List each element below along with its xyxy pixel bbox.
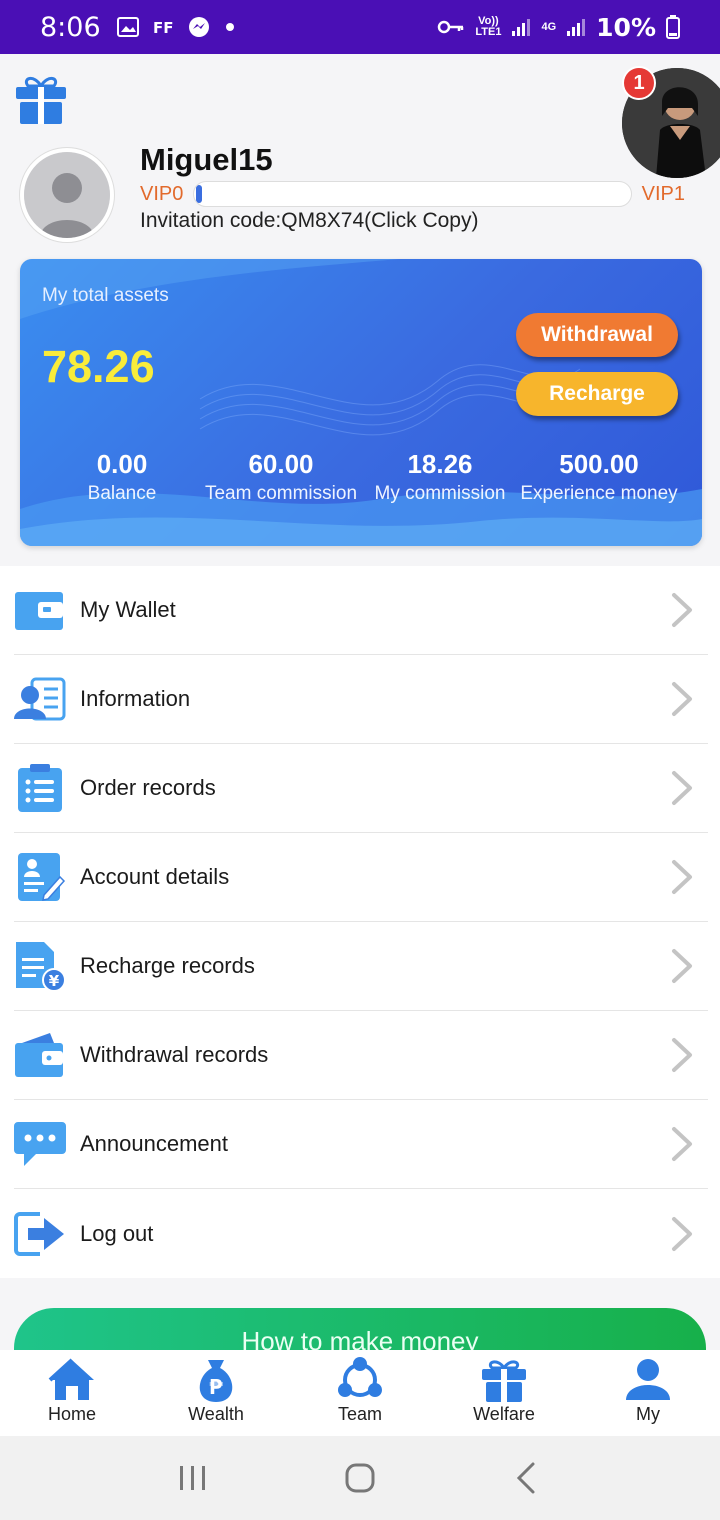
- menu-item-account-details[interactable]: Account details: [14, 833, 708, 922]
- menu-item-information[interactable]: Information: [14, 655, 708, 744]
- username: Miguel15: [140, 142, 273, 177]
- menu-item-announcement[interactable]: Announcement: [14, 1100, 708, 1189]
- notification-badge: 1: [622, 66, 656, 100]
- svg-text:₱: ₱: [209, 1375, 223, 1399]
- svg-text:¥: ¥: [49, 972, 60, 990]
- gift-icon[interactable]: [14, 72, 68, 126]
- logout-icon: [14, 1211, 64, 1256]
- vip-progress-fill: [196, 185, 203, 203]
- vip-current: VIP0: [140, 182, 184, 205]
- stat-my-commission: 18.26 My commission: [374, 449, 506, 504]
- chevron-right-icon: [672, 1216, 692, 1251]
- chevron-right-icon: [672, 860, 692, 894]
- dot-icon: [225, 23, 234, 31]
- recharge-button[interactable]: Recharge: [516, 372, 678, 416]
- menu-item-recharge-records[interactable]: ¥ Recharge records: [14, 922, 708, 1011]
- chevron-right-icon: [672, 1038, 692, 1072]
- tab-home[interactable]: Home: [0, 1350, 144, 1436]
- document-edit-icon: [18, 853, 66, 901]
- system-navigation-bar: [0, 1436, 720, 1520]
- battery-icon: [666, 15, 680, 39]
- network-type: 4G: [541, 20, 557, 33]
- clipboard-list-icon: [18, 764, 62, 812]
- wallet-card-icon: [15, 1033, 63, 1077]
- recent-apps-icon[interactable]: [175, 1460, 211, 1496]
- vip-progress: VIP0 VIP1: [140, 180, 685, 208]
- stat-team-commission: 60.00 Team commission: [204, 449, 358, 504]
- withdrawal-button[interactable]: Withdrawal: [516, 313, 678, 357]
- profile-header: 1 Miguel15 VIP0 VIP1 Invitation code:QM8…: [0, 54, 720, 566]
- team-icon: [338, 1357, 382, 1397]
- vip-progress-bar: [193, 181, 632, 207]
- image-icon: [116, 17, 139, 37]
- tab-my[interactable]: My: [576, 1350, 720, 1436]
- menu-item-my-wallet[interactable]: My Wallet: [14, 566, 708, 655]
- chevron-right-icon: [672, 593, 692, 627]
- avatar[interactable]: [20, 148, 114, 242]
- chat-bubble-icon: [14, 1122, 66, 1166]
- lte-indicator: Vo)) LTE1: [475, 15, 502, 38]
- person-icon: [626, 1359, 670, 1400]
- status-bar: 8:06 FF Vo)) LTE1 4G 10%: [0, 0, 720, 54]
- menu-item-order-records[interactable]: Order records: [14, 744, 708, 833]
- chevron-right-icon: [672, 1127, 692, 1161]
- home-icon: [48, 1358, 94, 1400]
- vip-next: VIP1: [641, 182, 685, 205]
- chevron-right-icon: [672, 682, 692, 716]
- tab-wealth[interactable]: ₱ Wealth: [144, 1350, 288, 1436]
- bottom-nav: Home ₱ Wealth Team Welfare My: [0, 1350, 720, 1436]
- battery-percent: 10%: [596, 12, 656, 42]
- signal-icon: [512, 19, 531, 36]
- menu-item-log-out[interactable]: Log out: [14, 1189, 708, 1278]
- back-icon[interactable]: [509, 1460, 545, 1496]
- yen-document-icon: ¥: [16, 942, 66, 992]
- stat-balance: 0.00 Balance: [87, 449, 157, 504]
- menu-item-withdrawal-records[interactable]: Withdrawal records: [14, 1011, 708, 1100]
- tab-welfare[interactable]: Welfare: [432, 1350, 576, 1436]
- chevron-right-icon: [672, 949, 692, 983]
- key-icon: [438, 20, 464, 34]
- status-time: 8:06: [40, 11, 101, 43]
- svg-text:FF: FF: [153, 19, 173, 35]
- assets-total: 78.26: [42, 341, 155, 392]
- user-card-icon: [14, 677, 66, 721]
- wallet-icon: [15, 592, 63, 630]
- ff-icon: FF: [153, 19, 173, 35]
- assets-title: My total assets: [42, 285, 169, 306]
- stat-experience-money: 500.00 Experience money: [520, 449, 678, 504]
- tab-team[interactable]: Team: [288, 1350, 432, 1436]
- messenger-icon: [188, 17, 209, 37]
- money-bag-icon: ₱: [199, 1360, 233, 1402]
- chevron-right-icon: [672, 771, 692, 805]
- menu-list: My Wallet Information Order records Acco…: [0, 566, 720, 1278]
- signal-icon-2: [567, 19, 586, 36]
- invitation-code[interactable]: Invitation code:QM8X74(Click Copy): [140, 209, 478, 233]
- gift-icon: [482, 1360, 526, 1402]
- assets-card: My total assets 78.26 Withdrawal Recharg…: [20, 259, 702, 546]
- home-button-icon[interactable]: [342, 1460, 378, 1496]
